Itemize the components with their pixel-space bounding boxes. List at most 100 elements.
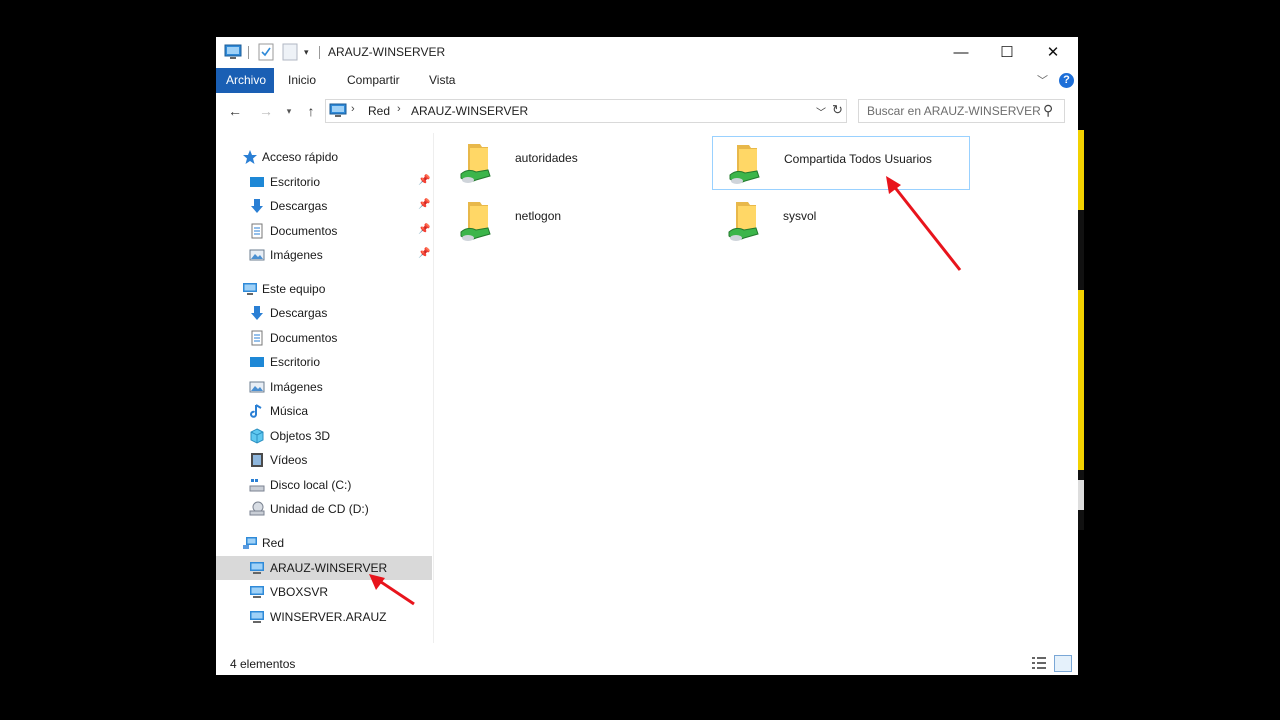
item-count: 4 elementos [230, 657, 296, 671]
nav-label: Vídeos [270, 453, 308, 467]
details-view-icon[interactable] [1031, 656, 1047, 670]
share-tile[interactable]: autoridades [444, 136, 700, 188]
expand-ribbon-chevron-icon[interactable]: ﹀ [1037, 72, 1048, 88]
share-tile[interactable]: sysvol [712, 194, 968, 246]
shared-folder-icon [460, 144, 491, 183]
status-bar: 4 elementos [216, 651, 1078, 675]
search-placeholder: Buscar en ARAUZ-WINSERVER [867, 104, 1041, 118]
nav-item-escritorio[interactable]: Escritorio [216, 350, 432, 374]
address-bar[interactable]: › Red › ARAUZ-WINSERVER ﹀ ↻ [325, 99, 847, 123]
nav-item-descargas[interactable]: Descargas [216, 301, 432, 325]
close-button[interactable]: ✕ [1030, 37, 1076, 68]
documents-icon [251, 223, 263, 239]
forward-button[interactable]: → [257, 101, 275, 121]
navigation-bar: ← → ▾ ↑ › Red › ARAUZ-WINSERVER ﹀ ↻ Busc… [216, 97, 1078, 125]
documents-icon [251, 330, 263, 346]
nav-item-winserver-arauz[interactable]: WINSERVER.ARAUZ [216, 605, 432, 629]
network-computer-icon [329, 103, 347, 117]
navigation-pane: Acceso rápido Escritorio 📌 Descargas 📌 D… [216, 133, 434, 653]
minimize-button[interactable]: — [938, 37, 984, 68]
shared-folder-icon [729, 145, 760, 184]
nav-quick-access[interactable]: Acceso rápido [216, 145, 432, 169]
computer-icon [250, 611, 264, 623]
breadcrumb-separator[interactable]: › [397, 103, 401, 115]
nav-item-imagenes[interactable]: Imágenes [216, 375, 432, 399]
window-title: ARAUZ-WINSERVER [328, 45, 446, 59]
search-input[interactable]: Buscar en ARAUZ-WINSERVER ⚲ [858, 99, 1065, 123]
tab-compartir[interactable]: Compartir [337, 68, 410, 93]
nav-label: Objetos 3D [270, 429, 331, 443]
share-tile-focused[interactable]: Compartida Todos Usuarios [712, 136, 970, 190]
toolbar-separator [248, 46, 249, 59]
nav-label: Documentos [270, 224, 338, 238]
nav-label: Música [270, 404, 309, 418]
pictures-icon [249, 249, 265, 261]
shared-folder-icon [728, 202, 759, 241]
tab-vista[interactable]: Vista [419, 68, 465, 93]
desktop-icon [250, 357, 264, 367]
file-explorer-window: ▾ ARAUZ-WINSERVER — ☐ ✕ Archivo Inicio C… [216, 37, 1078, 675]
nav-label: Unidad de CD (D:) [270, 502, 369, 516]
nav-label: VBOXSVR [270, 585, 329, 599]
nav-item-videos[interactable]: Vídeos [216, 448, 432, 472]
nav-this-pc[interactable]: Este equipo [216, 277, 432, 301]
nav-item-unidad-cd[interactable]: Unidad de CD (D:) [216, 497, 432, 521]
properties-icon[interactable] [258, 43, 274, 61]
share-name: netlogon [515, 209, 562, 223]
tiles-view-icon[interactable] [1054, 655, 1072, 672]
network-icon [243, 537, 257, 549]
nav-item-arauz-winserver[interactable]: ARAUZ-WINSERVER [216, 556, 432, 580]
refresh-icon[interactable]: ↻ [832, 102, 846, 118]
nav-item-objetos-3d[interactable]: Objetos 3D [216, 424, 432, 448]
share-tile[interactable]: netlogon [444, 194, 700, 246]
share-name: sysvol [783, 209, 817, 223]
breadcrumb-server[interactable]: ARAUZ-WINSERVER [411, 104, 528, 118]
customize-toolbar-dropdown-icon[interactable]: ▾ [304, 43, 314, 61]
recent-locations-chevron-icon[interactable]: ▾ [283, 101, 295, 121]
pin-icon[interactable]: 📌 [418, 224, 430, 235]
nav-label: Documentos [270, 331, 338, 345]
nav-label: Red [262, 536, 285, 550]
back-button[interactable]: ← [226, 101, 244, 121]
pin-icon[interactable]: 📌 [418, 199, 430, 210]
desktop-icon [250, 177, 264, 187]
nav-item-documentos[interactable]: Documentos [216, 326, 432, 350]
shared-folder-icon [460, 202, 491, 241]
address-history-chevron-icon[interactable]: ﹀ [816, 104, 826, 119]
nav-label: Descargas [270, 199, 328, 213]
pane-divider[interactable] [433, 133, 434, 643]
help-icon[interactable]: ? [1059, 73, 1074, 88]
nav-item-descargas[interactable]: Descargas 📌 [216, 194, 432, 218]
nav-item-musica[interactable]: Música [216, 399, 432, 423]
nav-item-escritorio[interactable]: Escritorio 📌 [216, 170, 432, 194]
nav-network[interactable]: Red [216, 531, 432, 555]
nav-item-disco-local[interactable]: Disco local (C:) [216, 473, 432, 497]
pin-icon[interactable]: 📌 [418, 175, 430, 186]
new-folder-icon[interactable] [282, 43, 298, 61]
breadcrumb-red[interactable]: Red [368, 104, 390, 118]
nav-label: WINSERVER.ARAUZ [270, 610, 387, 624]
nav-label: ARAUZ-WINSERVER [270, 561, 388, 575]
search-icon[interactable]: ⚲ [1043, 102, 1053, 119]
nav-label: Escritorio [270, 175, 321, 189]
nav-item-imagenes[interactable]: Imágenes 📌 [216, 243, 432, 267]
local-disk-icon [249, 479, 265, 492]
background-edge-artifact [1078, 130, 1084, 530]
nav-label: Este equipo [262, 282, 326, 296]
computer-icon [224, 44, 242, 59]
nav-label: Acceso rápido [262, 150, 339, 164]
nav-item-vboxsvr[interactable]: VBOXSVR [216, 580, 432, 604]
tab-archivo[interactable]: Archivo [216, 68, 274, 93]
up-button[interactable]: ↑ [302, 101, 320, 121]
title-bar: ▾ ARAUZ-WINSERVER — ☐ ✕ [216, 37, 1078, 68]
computer-icon [250, 586, 264, 598]
tab-inicio[interactable]: Inicio [278, 68, 326, 93]
cd-drive-icon [249, 501, 265, 516]
nav-item-documentos[interactable]: Documentos 📌 [216, 219, 432, 243]
pictures-icon [249, 381, 265, 393]
computer-icon [243, 283, 257, 295]
breadcrumb-separator[interactable]: › [351, 103, 355, 115]
content-area: autoridades Compartida Todos Usuarios ne… [438, 129, 1078, 649]
maximize-button[interactable]: ☐ [984, 37, 1030, 68]
pin-icon[interactable]: 📌 [418, 248, 430, 259]
